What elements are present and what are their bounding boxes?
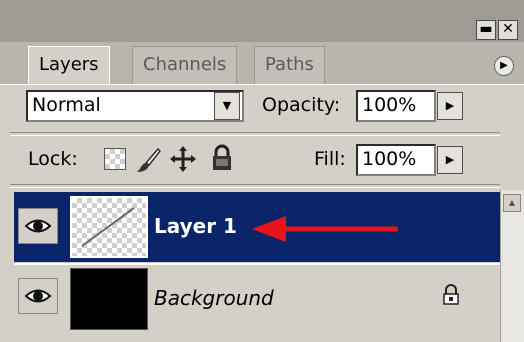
eye-icon <box>24 219 52 233</box>
layer-visibility-toggle[interactable] <box>18 208 58 244</box>
blend-mode-value: Normal <box>32 94 101 116</box>
fill-label: Fill: <box>314 148 346 170</box>
layer-thumbnail[interactable] <box>70 268 148 330</box>
layer-lock-icon <box>443 284 459 305</box>
panel-titlebar <box>0 0 524 42</box>
opacity-label: Opacity: <box>262 94 341 116</box>
blend-mode-select[interactable]: Normal <box>26 90 244 122</box>
lock-brush-icon[interactable] <box>134 146 162 174</box>
row-separator <box>14 263 500 265</box>
annotation-arrow-icon <box>252 216 398 242</box>
lock-all-icon[interactable] <box>210 144 234 172</box>
fill-arrow-button[interactable]: ▶ <box>437 146 463 174</box>
layers-list-divider <box>10 184 500 188</box>
layer-row-layer-1[interactable]: Layer 1 <box>14 192 500 262</box>
lock-label: Lock: <box>28 148 78 170</box>
layer-name[interactable]: Background <box>154 286 274 310</box>
opacity-arrow-button[interactable]: ▶ <box>437 92 463 120</box>
layer-name[interactable]: Layer 1 <box>154 214 237 238</box>
layers-panel: ▬ ✕ Layers Channels Paths ▶ Normal ▼ Opa… <box>0 0 524 342</box>
lock-move-icon[interactable] <box>168 144 198 174</box>
panel-menu-button[interactable]: ▶ <box>494 56 514 76</box>
blend-mode-dropdown-icon[interactable]: ▼ <box>214 92 240 120</box>
layers-scrollbar[interactable]: ▲ <box>500 190 524 342</box>
layer-thumbnail[interactable] <box>70 196 148 258</box>
layer-thumbnail-line <box>81 207 135 247</box>
close-button[interactable]: ✕ <box>498 20 518 40</box>
layer-row-background[interactable]: Background <box>14 266 500 336</box>
layer-visibility-toggle[interactable] <box>18 278 58 314</box>
fill-input[interactable]: 100% <box>356 144 436 176</box>
minimize-button[interactable]: ▬ <box>476 20 496 40</box>
opacity-input[interactable]: 100% <box>356 90 436 122</box>
tab-paths[interactable]: Paths <box>254 46 325 84</box>
options-divider <box>10 132 500 136</box>
lock-transparent-icon[interactable] <box>104 148 126 170</box>
scroll-up-icon[interactable]: ▲ <box>503 194 521 212</box>
eye-icon <box>24 289 52 303</box>
tab-layers[interactable]: Layers <box>28 46 110 84</box>
tab-channels[interactable]: Channels <box>132 46 238 84</box>
